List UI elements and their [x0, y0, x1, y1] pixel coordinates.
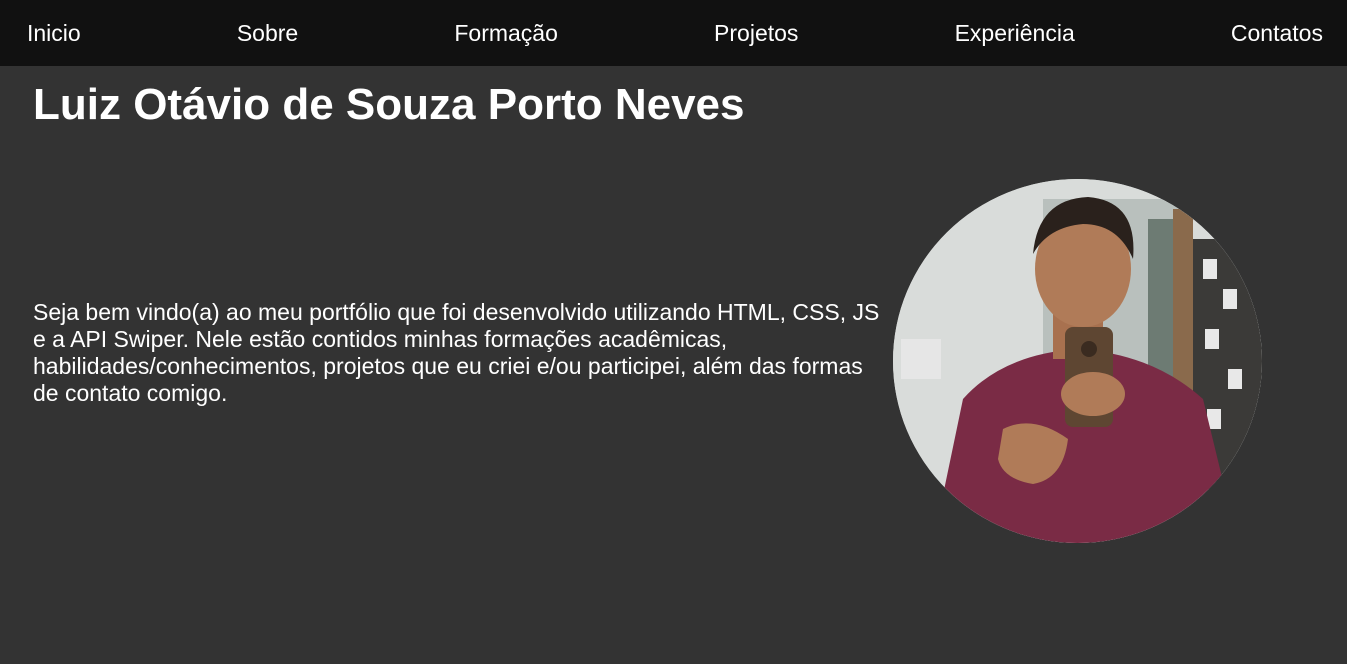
top-navbar: Inicio Sobre Formação Projetos Experiênc…: [0, 0, 1347, 66]
nav-link-inicio[interactable]: Inicio: [27, 20, 81, 47]
page-title: Luiz Otávio de Souza Porto Neves: [33, 80, 745, 129]
nav-link-sobre[interactable]: Sobre: [237, 20, 298, 47]
nav-link-projetos[interactable]: Projetos: [714, 20, 798, 47]
profile-photo-illustration: [893, 179, 1262, 543]
nav-link-experiencia[interactable]: Experiência: [955, 20, 1075, 47]
nav-link-formacao[interactable]: Formação: [454, 20, 558, 47]
nav-link-contatos[interactable]: Contatos: [1231, 20, 1323, 47]
intro-paragraph: Seja bem vindo(a) ao meu portfólio que f…: [33, 299, 880, 406]
profile-photo: [893, 179, 1262, 543]
